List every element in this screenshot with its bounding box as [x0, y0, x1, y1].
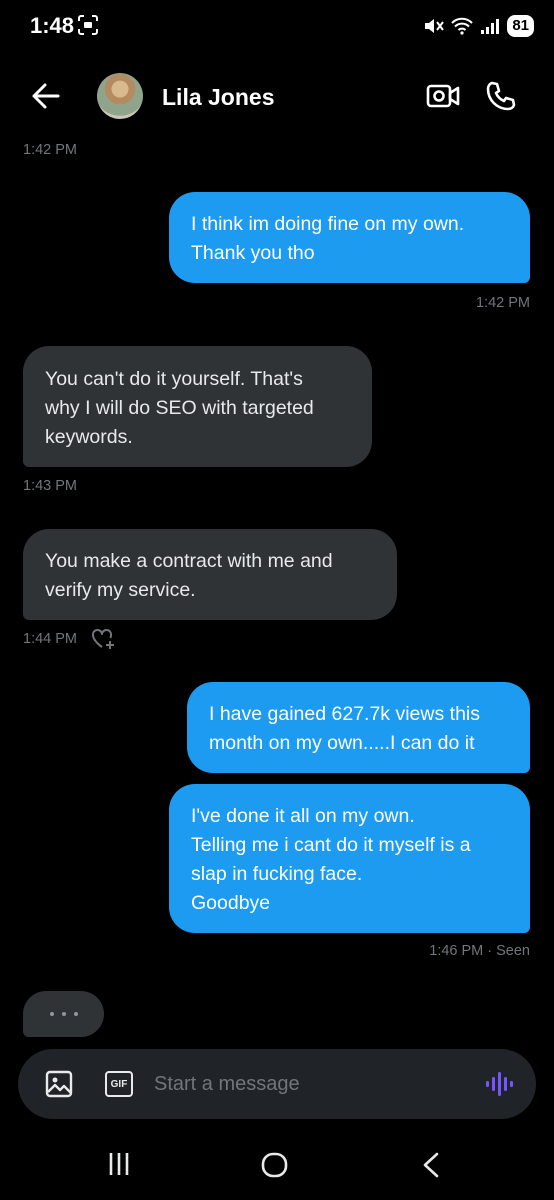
typing-indicator — [23, 991, 104, 1037]
message-timestamp: 1:43 PM — [23, 478, 77, 494]
message-line: verify my service. — [45, 579, 196, 601]
message-composer: GIF — [18, 1049, 536, 1119]
status-time: 1:48 — [30, 13, 75, 38]
status-icons: 81 — [423, 14, 534, 38]
outgoing-message[interactable]: I think im doing fine on my own. Thank y… — [169, 192, 530, 283]
wifi-icon — [451, 17, 474, 35]
message-timestamp: 1:46 PM · Seen — [429, 943, 530, 959]
message-line: slap in fucking face. — [191, 863, 363, 885]
message-line: I think im doing fine on my own. — [191, 213, 465, 235]
back-arrow-icon[interactable] — [30, 81, 62, 111]
message-line: Goodbye — [191, 892, 271, 914]
outgoing-message[interactable]: I have gained 627.7k views this month on… — [187, 682, 530, 773]
gif-label: GIF — [110, 1078, 128, 1090]
status-bar: 1:48 81 — [0, 0, 554, 56]
home-icon[interactable] — [260, 1150, 290, 1180]
mute-icon — [425, 19, 445, 33]
battery-icon: 81 — [507, 15, 534, 37]
avatar[interactable] — [97, 73, 143, 119]
typing-dot — [49, 1012, 54, 1016]
message-line: month on my own.....I can do it — [209, 732, 475, 754]
message-timestamp: 1:44 PM — [23, 631, 77, 647]
typing-dot — [73, 1012, 78, 1016]
message-line: why I will do SEO with targeted — [45, 397, 314, 419]
outgoing-message[interactable]: I've done it all on my own. Telling me i… — [169, 784, 530, 933]
incoming-message[interactable]: You can't do it yourself. That's why I w… — [23, 346, 372, 467]
message-line: Telling me i cant do it myself is a — [191, 834, 471, 856]
message-line: keywords. — [45, 426, 133, 448]
incoming-message[interactable]: You make a contract with me and verify m… — [23, 529, 397, 620]
message-line: Thank you tho — [191, 242, 315, 264]
message-line: You make a contract with me and — [45, 550, 333, 572]
voice-message-icon[interactable] — [484, 1069, 514, 1099]
message-timestamp: 1:42 PM — [23, 142, 77, 158]
conversation-header: Lila Jones — [0, 64, 554, 128]
signal-icon — [481, 19, 500, 34]
system-navigation-bar — [0, 1130, 554, 1200]
contact-name[interactable]: Lila Jones — [162, 84, 274, 111]
message-line: You can't do it yourself. That's — [45, 368, 303, 390]
typing-dot — [61, 1012, 66, 1016]
message-line: I have gained 627.7k views this — [209, 703, 481, 725]
screenshot-icon — [78, 15, 98, 35]
message-line: I've done it all on my own. — [191, 805, 415, 827]
video-call-icon[interactable] — [426, 82, 460, 110]
recent-apps-icon[interactable] — [104, 1150, 134, 1178]
phone-call-icon[interactable] — [485, 80, 517, 112]
message-input[interactable] — [154, 1069, 454, 1099]
add-reaction-icon[interactable] — [91, 628, 117, 650]
message-timestamp: 1:42 PM — [476, 295, 530, 311]
system-back-icon[interactable] — [418, 1150, 444, 1180]
gif-button[interactable]: GIF — [105, 1071, 133, 1097]
image-icon[interactable] — [45, 1070, 73, 1098]
